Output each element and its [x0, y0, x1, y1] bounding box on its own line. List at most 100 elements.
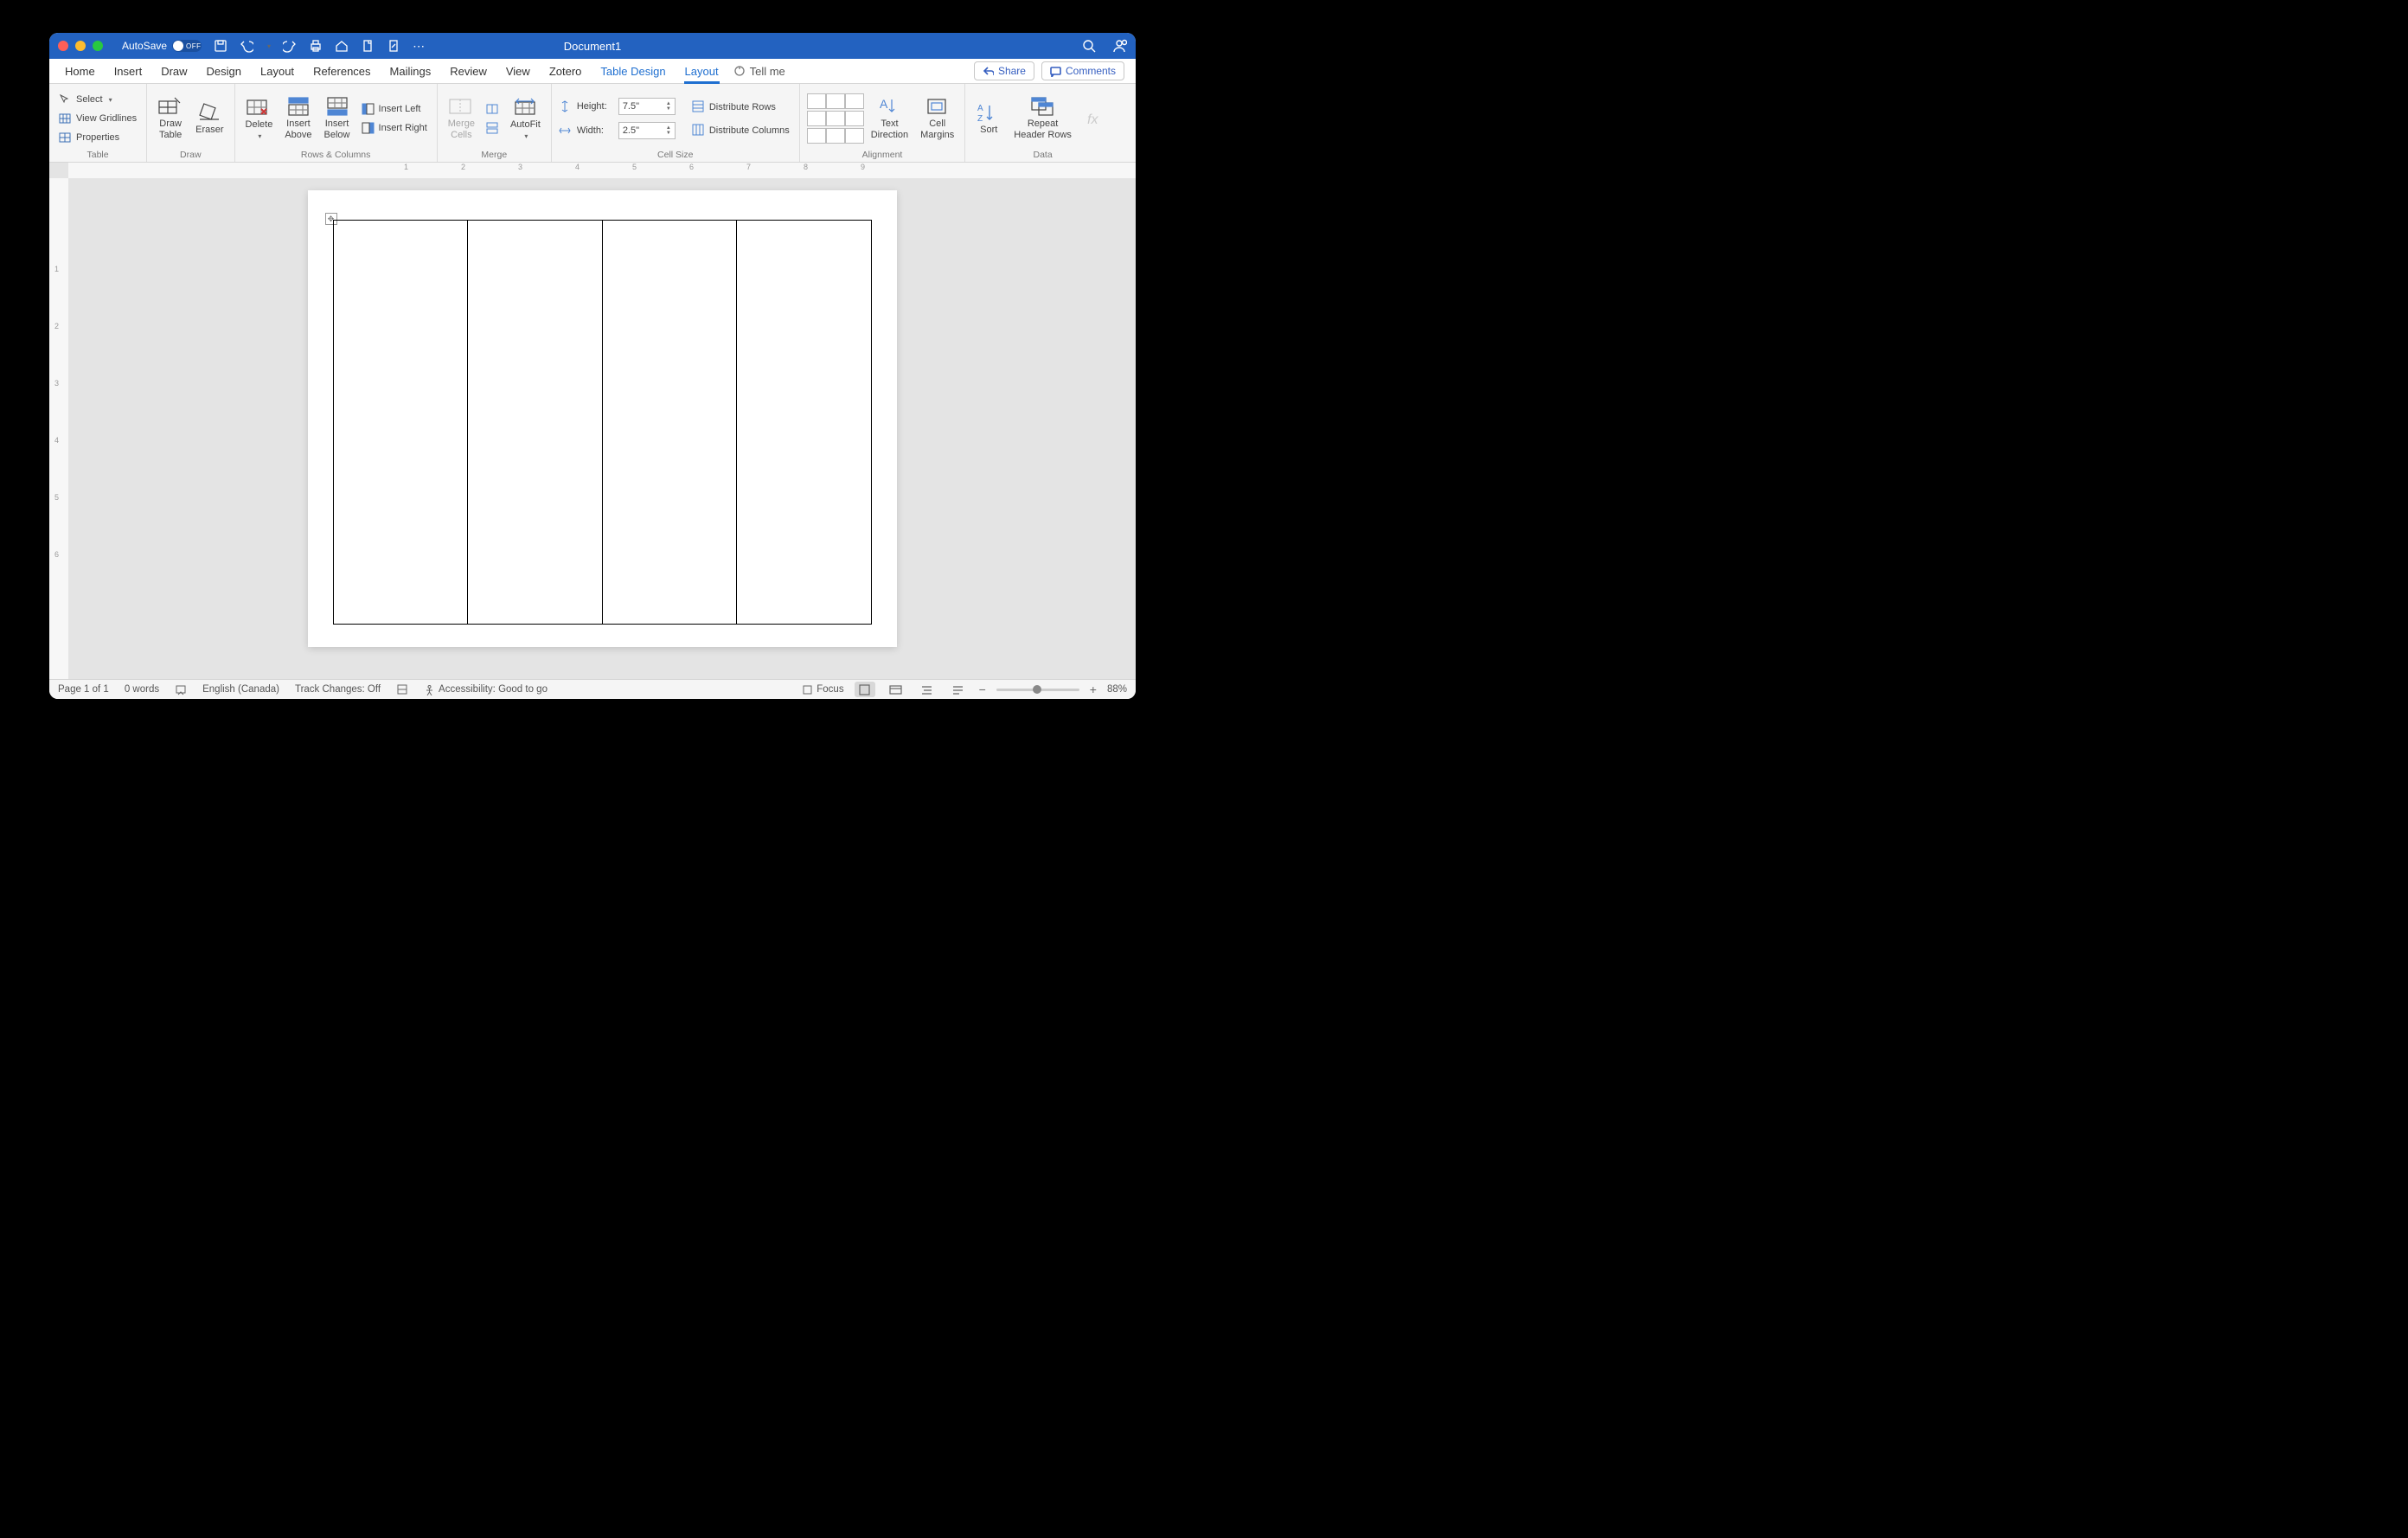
height-down[interactable]: ▼	[666, 106, 671, 112]
align-bl[interactable]	[807, 128, 826, 144]
delete-button[interactable]: Delete▾	[242, 95, 277, 142]
align-bc[interactable]	[826, 128, 845, 144]
vertical-ruler[interactable]: 1 2 3 4 5 6	[49, 178, 69, 679]
document-area: 1 2 3 4 5 6 7 8 9 1 2 3 4 5 6 ✥	[49, 163, 1136, 679]
minimize-window-button[interactable]	[75, 41, 86, 51]
zoom-out-button[interactable]: −	[979, 682, 986, 696]
view-draft[interactable]	[948, 682, 969, 697]
align-tl[interactable]	[807, 93, 826, 109]
status-track-changes[interactable]: Track Changes: Off	[295, 684, 381, 695]
repeat-header-rows-button[interactable]: Repeat Header Rows	[1010, 94, 1075, 142]
print-icon[interactable]	[309, 39, 323, 53]
properties-button[interactable]: Properties	[56, 130, 139, 146]
tab-table-design[interactable]: Table Design	[591, 59, 675, 83]
statusbar: Page 1 of 1 0 words English (Canada) Tra…	[49, 679, 1136, 699]
horizontal-ruler[interactable]: 1 2 3 4 5 6 7 8 9	[68, 163, 1136, 179]
canvas[interactable]: ✥	[68, 178, 1136, 679]
sort-button[interactable]: AZSort	[972, 100, 1005, 138]
distribute-columns-button[interactable]: Distribute Columns	[689, 122, 792, 138]
eraser-button[interactable]: Eraser	[192, 100, 227, 138]
macro-icon[interactable]	[396, 683, 408, 695]
align-mc[interactable]	[826, 111, 845, 126]
view-outline[interactable]	[917, 682, 938, 697]
autofit-button[interactable]: AutoFit▾	[507, 95, 544, 142]
more-icon[interactable]: ⋯	[413, 39, 425, 54]
spellcheck-icon[interactable]	[175, 683, 187, 695]
undo-dropdown-icon[interactable]: ▾	[267, 42, 271, 50]
zoom-in-button[interactable]: +	[1090, 682, 1097, 696]
height-icon	[559, 100, 572, 113]
tab-home[interactable]: Home	[55, 59, 105, 83]
zoom-slider[interactable]	[996, 689, 1079, 691]
ribbon-group-alignment: AText Direction Cell Margins Alignment	[800, 84, 966, 162]
status-accessibility[interactable]: Accessibility: Good to go	[424, 684, 548, 695]
tab-insert[interactable]: Insert	[105, 59, 152, 83]
align-tr[interactable]	[845, 93, 864, 109]
split-cells-button[interactable]	[484, 101, 502, 118]
table-column[interactable]	[737, 221, 871, 624]
tab-view[interactable]: View	[496, 59, 540, 83]
account-icon[interactable]	[1112, 39, 1127, 54]
doc2-icon[interactable]	[387, 39, 400, 53]
comments-button[interactable]: Comments	[1041, 61, 1124, 80]
maximize-window-button[interactable]	[93, 41, 103, 51]
redo-icon[interactable]	[283, 39, 297, 53]
status-page[interactable]: Page 1 of 1	[58, 684, 109, 695]
table-column[interactable]	[603, 221, 738, 624]
select-button[interactable]: Select▾	[56, 92, 139, 108]
view-print-layout[interactable]	[855, 682, 875, 697]
align-tc[interactable]	[826, 93, 845, 109]
search-icon[interactable]	[1082, 39, 1097, 54]
draw-table-button[interactable]: Draw Table	[154, 94, 187, 142]
insert-right-button[interactable]: Insert Right	[359, 120, 430, 137]
view-gridlines-button[interactable]: View Gridlines	[56, 111, 139, 127]
document-table[interactable]	[333, 220, 872, 625]
share-icon	[983, 66, 994, 77]
autosave-switch[interactable]: OFF	[172, 40, 202, 52]
save-icon[interactable]	[214, 39, 227, 53]
formula-button: fx	[1080, 106, 1113, 131]
page[interactable]: ✥	[308, 190, 897, 647]
quick-access-toolbar: ▾ ⋯	[214, 39, 425, 54]
tab-table-layout[interactable]: Layout	[676, 59, 728, 83]
svg-text:A: A	[880, 97, 888, 111]
cell-margins-button[interactable]: Cell Margins	[917, 94, 957, 142]
status-words[interactable]: 0 words	[125, 684, 159, 695]
tab-mailings[interactable]: Mailings	[381, 59, 441, 83]
autosave-toggle[interactable]: AutoSave OFF	[122, 40, 202, 52]
width-input[interactable]: 2.5"▲▼	[618, 122, 676, 139]
view-web-layout[interactable]	[886, 682, 906, 697]
focus-button[interactable]: Focus	[802, 684, 843, 695]
tab-zotero[interactable]: Zotero	[540, 59, 592, 83]
table-column[interactable]	[334, 221, 469, 624]
ribbon-group-table: Select▾ View Gridlines Properties Table	[49, 84, 147, 162]
height-input[interactable]: 7.5"▲▼	[618, 98, 676, 115]
distribute-rows-button[interactable]: Distribute Rows	[689, 99, 792, 115]
insert-above-button[interactable]: Insert Above	[281, 94, 315, 142]
tab-review[interactable]: Review	[440, 59, 496, 83]
width-down[interactable]: ▼	[666, 131, 671, 136]
tab-references[interactable]: References	[304, 59, 380, 83]
share-button[interactable]: Share	[974, 61, 1034, 80]
zoom-level[interactable]: 88%	[1107, 684, 1127, 695]
tab-layout[interactable]: Layout	[251, 59, 304, 83]
undo-icon[interactable]	[240, 39, 253, 53]
tab-design[interactable]: Design	[197, 59, 251, 83]
status-language[interactable]: English (Canada)	[202, 684, 279, 695]
home-icon[interactable]	[335, 39, 349, 53]
text-direction-button[interactable]: AText Direction	[868, 94, 912, 142]
align-br[interactable]	[845, 128, 864, 144]
insert-left-button[interactable]: Insert Left	[359, 101, 430, 118]
tab-draw[interactable]: Draw	[151, 59, 196, 83]
doc-icon[interactable]	[361, 39, 375, 53]
table-column[interactable]	[468, 221, 603, 624]
window-controls	[58, 41, 103, 51]
align-mr[interactable]	[845, 111, 864, 126]
align-ml[interactable]	[807, 111, 826, 126]
split-table-button[interactable]	[484, 120, 502, 137]
insert-below-button[interactable]: Insert Below	[321, 94, 354, 142]
tell-me-button[interactable]: Tell me	[733, 65, 785, 78]
autosave-label: AutoSave	[122, 40, 167, 52]
titlebar: AutoSave OFF ▾ ⋯ Document1	[49, 33, 1136, 59]
close-window-button[interactable]	[58, 41, 68, 51]
